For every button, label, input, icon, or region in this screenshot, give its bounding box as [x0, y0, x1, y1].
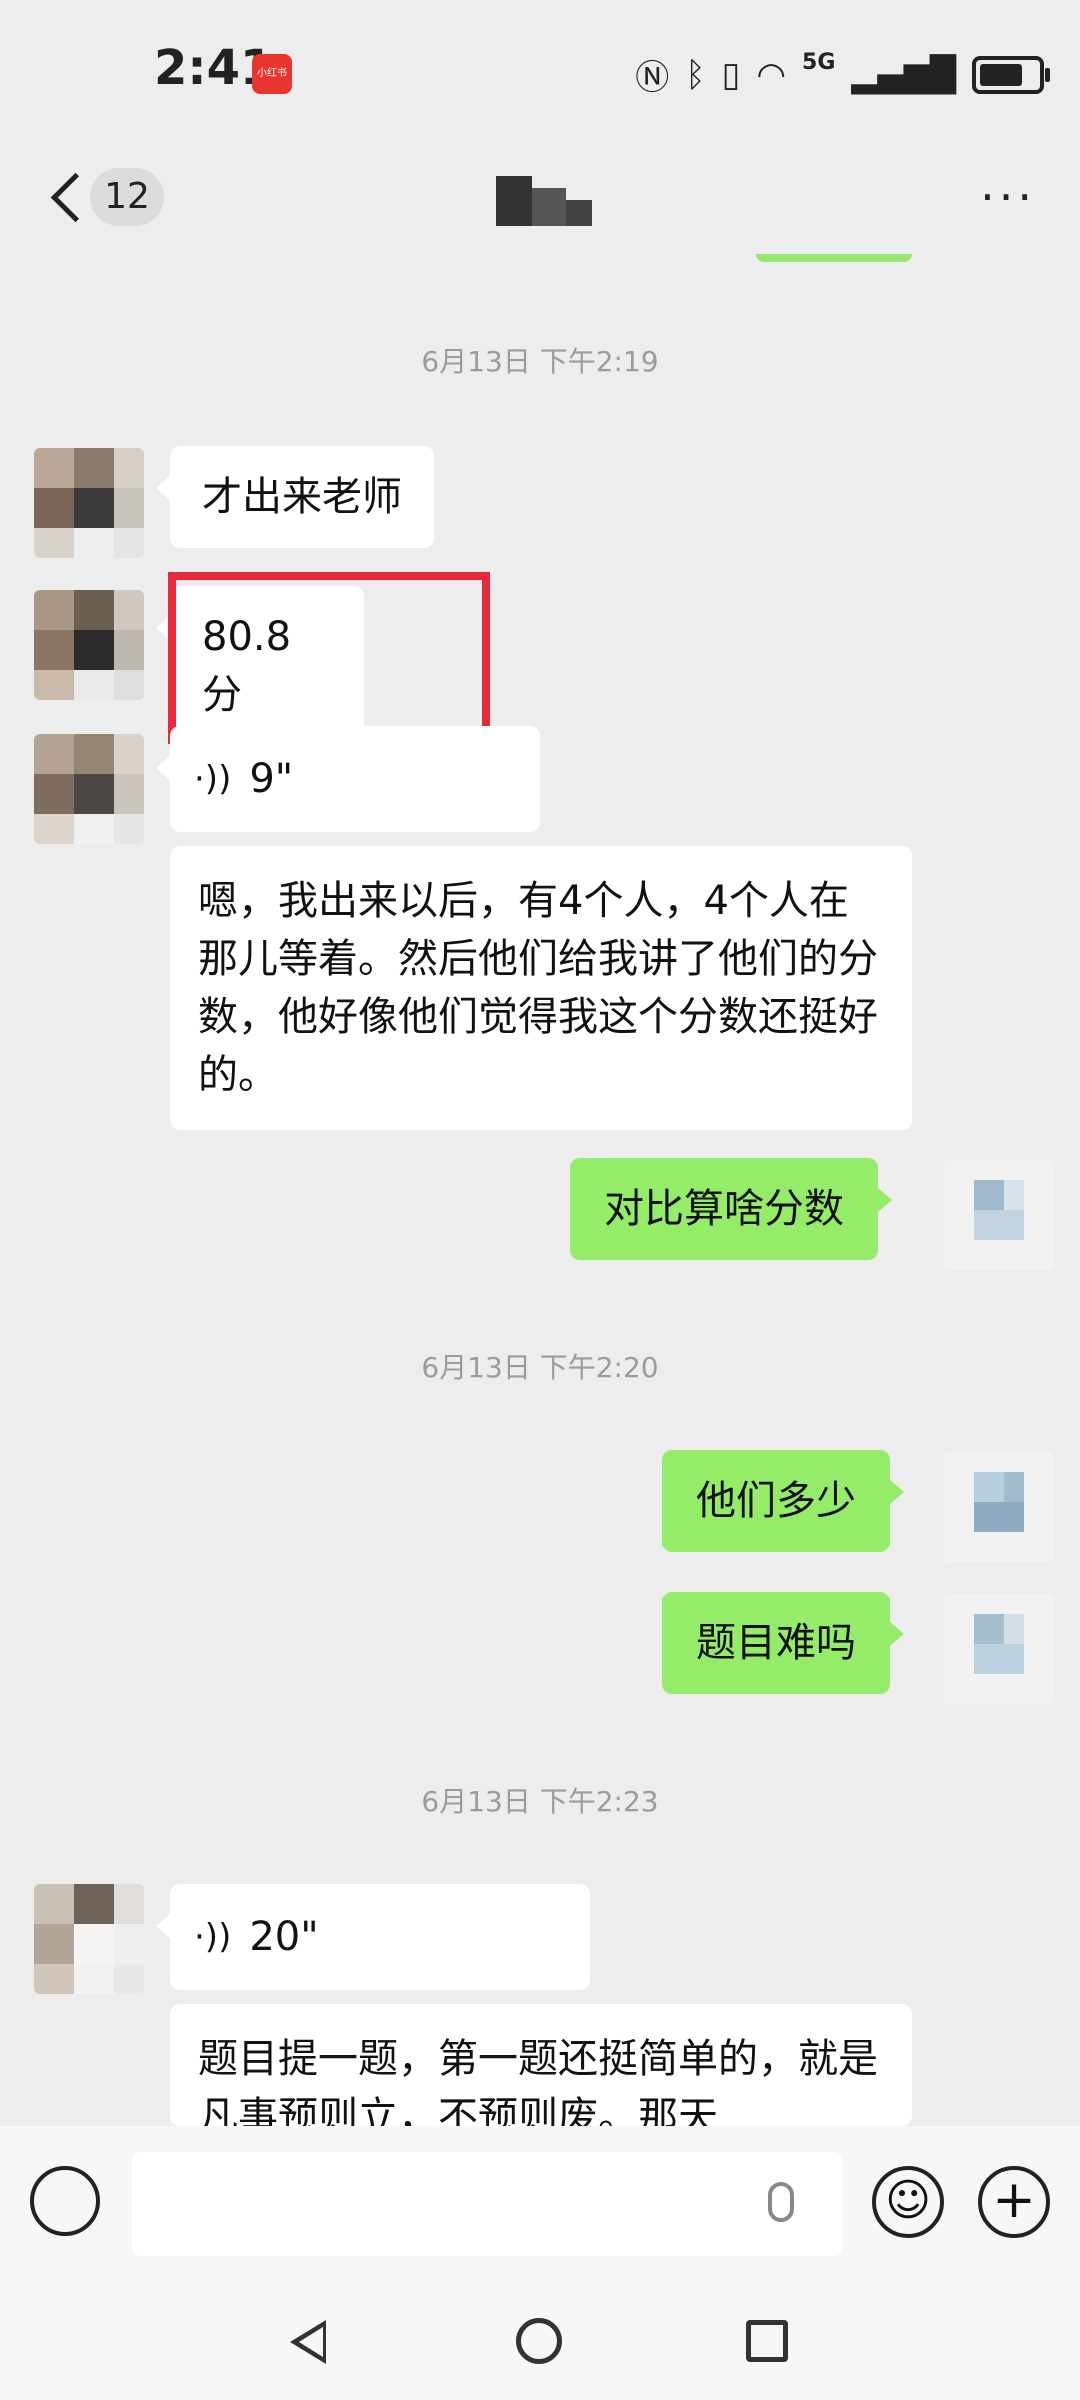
- timestamp: 6月13日 下午2:23: [421, 1785, 659, 1818]
- my-avatar[interactable]: [944, 1160, 1054, 1270]
- input-bar: ☺ +: [0, 2126, 1080, 2280]
- message-bubble[interactable]: 才出来老师: [156, 446, 434, 548]
- voice-duration: 20": [249, 1914, 319, 1960]
- nfc-icon: Ⓝ: [635, 58, 670, 98]
- status-bar: 2:41 小红书 Ⓝ ᛒ ▯ ◠ 5G ▂▄▆█: [0, 0, 1080, 150]
- message-bubble[interactable]: 嗯，我出来以后，有4个人，4个人在那儿等着。然后他们给我讲了他们的分数，他好像他…: [170, 846, 912, 1130]
- my-message-bubble[interactable]: 他们多少: [662, 1450, 904, 1552]
- timestamp: 6月13日 下午2:20: [421, 1351, 659, 1384]
- system-back-icon[interactable]: [290, 2320, 326, 2364]
- unread-count-badge[interactable]: 12: [90, 168, 164, 226]
- voice-message[interactable]: ·)) 9": [156, 726, 540, 832]
- red-highlight-box: [168, 572, 490, 744]
- voice-wave-icon: ·)): [194, 759, 232, 799]
- app-notification-icon: 小红书: [252, 54, 292, 94]
- wifi-icon: ◠: [756, 54, 787, 95]
- my-avatar[interactable]: [944, 1594, 1054, 1704]
- status-icons: Ⓝ ᛒ ▯ ◠ 5G ▂▄▆█: [635, 50, 1050, 99]
- timestamp: 6月13日 下午2:19: [421, 345, 659, 378]
- more-actions-button[interactable]: +: [978, 2166, 1050, 2238]
- system-navigation-bar: [0, 2280, 1080, 2400]
- voice-wave-icon: ·)): [194, 1917, 232, 1957]
- chat-header: 12 ···: [0, 150, 1080, 260]
- voice-message[interactable]: ·)) 20": [156, 1884, 590, 1990]
- message-input[interactable]: [132, 2152, 842, 2256]
- my-message-bubble[interactable]: 题目难吗: [662, 1592, 904, 1694]
- signal-icon: ▂▄▆█: [851, 54, 956, 95]
- network-type: 5G: [802, 50, 836, 75]
- previous-message-edge: [756, 254, 912, 262]
- contact-avatar[interactable]: [34, 590, 144, 700]
- more-options-button[interactable]: ···: [980, 170, 1036, 224]
- contact-avatar[interactable]: [34, 1884, 144, 1994]
- message-bubble-partial[interactable]: 题目提一题，第一题还挺简单的，就是凡事预则立，不预则废。那天: [170, 2004, 912, 2126]
- battery-icon: [972, 55, 1050, 94]
- voice-input-toggle-button[interactable]: [30, 2166, 100, 2236]
- system-home-icon[interactable]: [516, 2318, 562, 2364]
- my-avatar[interactable]: [944, 1452, 1054, 1562]
- my-message-bubble[interactable]: 对比算啥分数: [570, 1158, 892, 1260]
- contact-avatar[interactable]: [34, 734, 144, 844]
- voice-duration: 9": [249, 756, 294, 802]
- contact-avatar[interactable]: [34, 448, 144, 558]
- bluetooth-icon: ᛒ: [685, 54, 706, 95]
- emoji-button[interactable]: ☺: [872, 2166, 944, 2238]
- microphone-icon[interactable]: [768, 2182, 794, 2222]
- system-recents-icon[interactable]: [746, 2320, 788, 2362]
- chat-title-redacted: [496, 176, 592, 226]
- vibrate-icon: ▯: [721, 54, 741, 95]
